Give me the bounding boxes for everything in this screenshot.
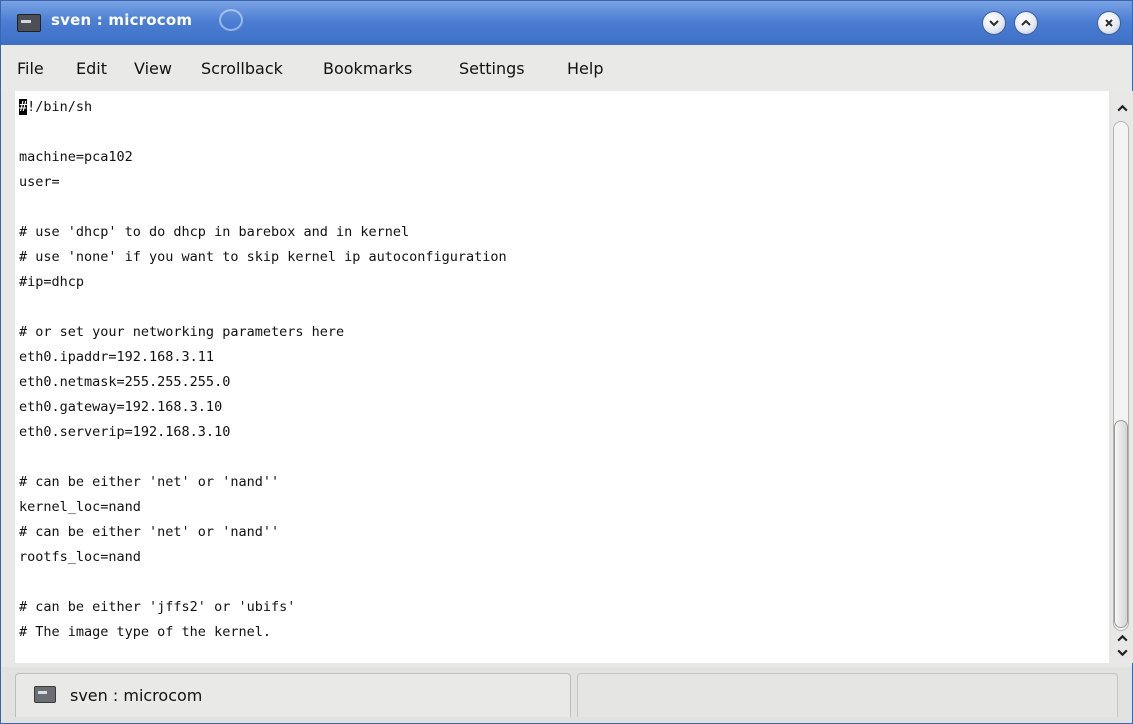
terminal-line: #!/bin/sh [19,99,93,115]
terminal-line: # can be either 'net' or 'nand'' [19,474,280,490]
terminal-line: rootfs_loc=nand [19,549,141,565]
terminal-line: eth0.ipaddr=192.168.3.11 [19,349,215,365]
menu-file[interactable]: File [17,59,44,78]
tab-bar: sven : microcom [1,667,1132,723]
menu-edit[interactable]: Edit [76,59,107,78]
scroll-up-button[interactable] [1115,101,1129,115]
scroll-down-button[interactable] [1115,645,1129,659]
terminal-line: machine=pca102 [19,149,133,165]
close-button[interactable] [1098,12,1120,34]
terminal-icon[interactable] [17,14,41,32]
terminal-line: #ip=dhcp [19,274,85,290]
scroll-track[interactable] [1113,121,1129,631]
swirl-decoration-icon [219,9,243,31]
menu-help[interactable]: Help [567,59,603,78]
terminal-line: # or set your networking parameters here [19,324,345,340]
menu-scrollback[interactable]: Scrollback [201,59,283,78]
chevron-down-icon [1116,649,1128,656]
scroll-thumb[interactable] [1114,420,1128,628]
scroll-up-button-bottom[interactable] [1115,631,1129,645]
menu-view[interactable]: View [134,59,172,78]
menu-bar: File Edit View Scrollback Bookmarks Sett… [1,45,1132,91]
title-bar[interactable]: sven : microcom [1,1,1132,45]
chevron-up-icon [1116,104,1128,111]
terminal-line: eth0.netmask=255.255.255.0 [19,374,231,390]
terminal-output[interactable]: #!/bin/sh machine=pca102 user= # use 'dh… [15,91,1109,663]
chevron-up-icon [1116,634,1128,641]
terminal-line: eth0.gateway=192.168.3.10 [19,399,223,415]
terminal-icon [34,686,56,703]
tab-session[interactable]: sven : microcom [15,673,571,717]
terminal-line: kernel_loc=nand [19,499,141,515]
konsole-window: sven : microcom File Edit View Scrollbac… [0,0,1133,724]
terminal-line: user= [19,174,60,190]
minimize-button[interactable] [983,12,1005,34]
menu-bookmarks[interactable]: Bookmarks [323,59,412,78]
terminal-line: # The image type of the kernel. [19,624,271,640]
tab-bar-empty-area [577,673,1118,717]
vertical-scrollbar[interactable] [1111,91,1133,663]
window-title: sven : microcom [51,11,193,29]
maximize-button[interactable] [1015,12,1037,34]
terminal-line: # use 'none' if you want to skip kernel … [19,249,507,265]
chevron-down-icon [989,20,999,27]
terminal-line: # can be either 'net' or 'nand'' [19,524,280,540]
tab-label: sven : microcom [70,686,203,705]
terminal-line: eth0.serverip=192.168.3.10 [19,424,231,440]
menu-settings[interactable]: Settings [459,59,525,78]
chevron-up-icon [1021,19,1031,26]
terminal-line: # can be either 'jffs2' or 'ubifs' [19,599,296,615]
terminal-line: # use 'dhcp' to do dhcp in barebox and i… [19,224,410,240]
text-cursor: # [19,99,28,115]
close-icon [1105,19,1113,27]
